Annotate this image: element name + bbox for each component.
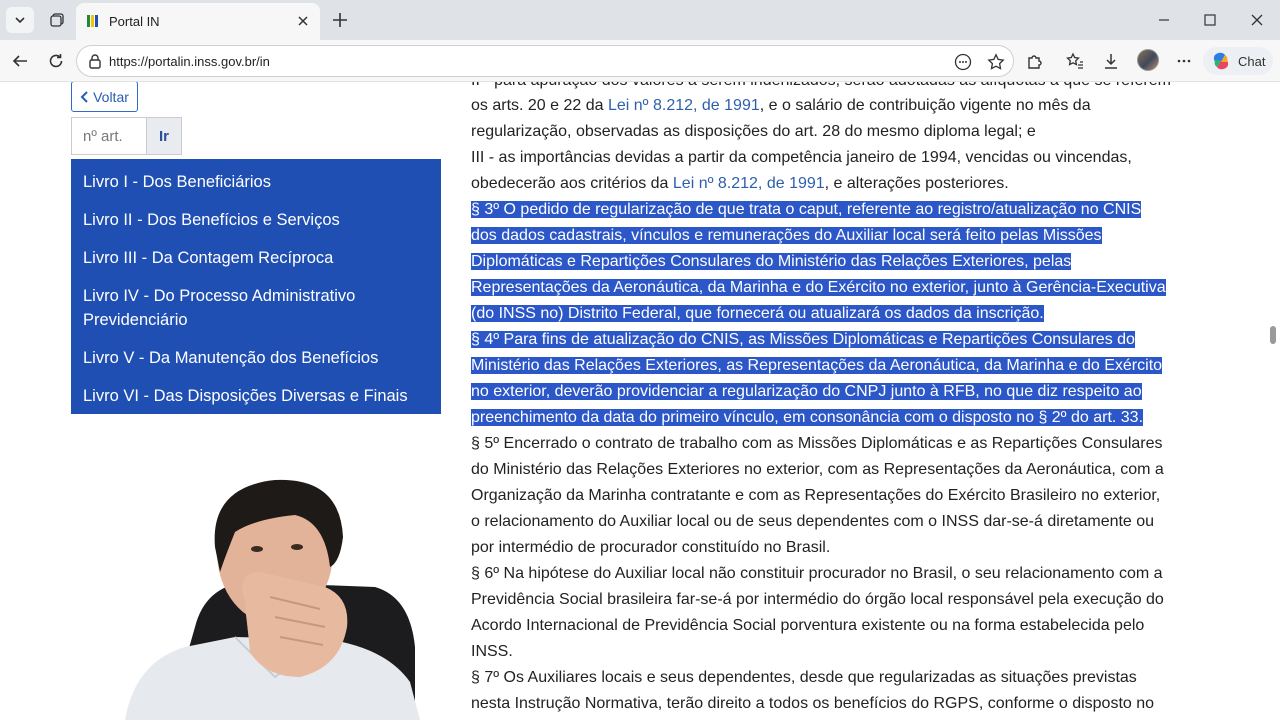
selected-text-line: no exterior, deverão providenciar a regu… <box>471 379 1142 405</box>
copilot-chat-button[interactable]: Chat <box>1203 47 1273 75</box>
selected-text-line: § 4º Para fins de atualização do CNIS, a… <box>471 327 1135 353</box>
text-line: obedecerão aos critérios da Lei nº 8.212… <box>471 171 1009 197</box>
chevron-left-icon <box>80 90 88 103</box>
maximize-icon <box>1204 14 1216 26</box>
text-span: , e o salário de contribuição vigente no… <box>759 97 1091 114</box>
webcam-overlay <box>125 479 420 720</box>
page-scrollbar[interactable] <box>1266 82 1280 720</box>
law-link[interactable]: Lei nº 8.212, de 1991 <box>608 97 760 114</box>
more-horizontal-icon <box>1177 59 1191 63</box>
book-item-1[interactable]: Livro I - Dos Beneficiários <box>71 164 441 202</box>
back-nav-button[interactable] <box>6 47 34 75</box>
chevron-down-icon <box>15 17 25 24</box>
site-info-button[interactable] <box>86 52 104 70</box>
favorites-list-icon <box>1066 52 1083 69</box>
text-line: o relacionamento do Auxiliar local ou de… <box>471 513 1155 530</box>
new-tab-button[interactable] <box>328 8 352 32</box>
tab-close-button[interactable] <box>294 12 312 30</box>
window-close-button[interactable] <box>1243 8 1271 32</box>
text-line: por intermédio de procurador constituído… <box>471 539 831 556</box>
selected-text-line: preenchimento da data do primeiro víncul… <box>471 405 1144 431</box>
article-number-input[interactable] <box>71 117 147 155</box>
book-item-3[interactable]: Livro III - Da Contagem Recíproca <box>71 240 441 278</box>
text-span: , e alterações posteriores. <box>824 175 1009 192</box>
maximize-button[interactable] <box>1196 8 1224 32</box>
text-line: INSS. <box>471 643 513 660</box>
text-line: § 7º Os Auxiliares locais e seus depende… <box>471 669 1137 686</box>
selected-text-line: § 3º O pedido de regularização de que tr… <box>471 197 1142 223</box>
text-line: Acordo Internacional de Previdência Soci… <box>471 617 1145 634</box>
puzzle-icon <box>1028 55 1042 69</box>
extensions-button[interactable] <box>1021 47 1049 75</box>
settings-more-button[interactable] <box>1170 47 1198 75</box>
plus-icon <box>333 13 347 27</box>
text-line: do Ministério das Relações Exteriores no… <box>471 461 1164 478</box>
text-line: § 5º Encerrado o contrato de trabalho co… <box>471 435 1163 452</box>
page-content: Voltar Ir Livro I - Dos Beneficiários Li… <box>0 82 1280 720</box>
selected-text-line: (do INSS no) Distrito Federal, que forne… <box>471 301 1044 327</box>
browser-toolbar: https://portalin.inss.gov.br/in <box>0 40 1280 82</box>
selected-text: preenchimento da data do primeiro víncul… <box>471 409 1144 426</box>
collections-button[interactable] <box>43 7 71 33</box>
text-line: nesta Instrução Normativa, terão direito… <box>471 695 1155 712</box>
copilot-icon <box>1213 52 1229 70</box>
selected-text: § 3º O pedido de regularização de que tr… <box>471 201 1142 218</box>
books-menu: Livro I - Dos Beneficiários Livro II - D… <box>71 159 441 414</box>
chat-label: Chat <box>1238 53 1266 69</box>
selected-text: no exterior, deverão providenciar a regu… <box>471 383 1142 400</box>
selected-text-line: dos dados cadastrais, vínculos e remuner… <box>471 223 1102 249</box>
voltar-button[interactable]: Voltar <box>71 82 138 112</box>
active-tab[interactable]: Portal IN <box>76 3 320 40</box>
text-line: § 6º Na hipótese do Auxiliar local não c… <box>471 565 1163 582</box>
go-button[interactable]: Ir <box>146 117 182 155</box>
refresh-icon <box>49 54 63 68</box>
selected-text-line: Diplomáticas e Repartições Consulares do… <box>471 249 1072 275</box>
selected-text: Representações da Aeronáutica, da Marinh… <box>471 279 1166 296</box>
downloads-button[interactable] <box>1097 47 1125 75</box>
selected-text: Ministério das Relações Exteriores, as R… <box>471 357 1163 374</box>
minimize-button[interactable] <box>1150 8 1178 32</box>
text-span: obedecerão aos critérios da <box>471 175 673 192</box>
tab-bar: Portal IN <box>0 0 1280 40</box>
scrollbar-thumb[interactable] <box>1270 326 1276 344</box>
lock-icon <box>89 54 101 69</box>
selected-text: dos dados cadastrais, vínculos e remuner… <box>471 227 1102 244</box>
portal-favicon-icon <box>87 15 98 27</box>
text-line: Previdência Social brasileira far-se-á p… <box>471 591 1164 608</box>
selected-text: Diplomáticas e Repartições Consulares do… <box>471 253 1072 270</box>
tab-title: Portal IN <box>109 14 160 29</box>
minimize-icon <box>1159 19 1169 21</box>
text-span: os arts. 20 e 22 da <box>471 97 608 114</box>
selected-text: § 4º Para fins de atualização do CNIS, a… <box>471 331 1135 348</box>
book-item-2[interactable]: Livro II - Dos Benefícios e Serviços <box>71 202 441 240</box>
close-icon <box>298 16 308 26</box>
favorite-button[interactable] <box>985 51 1007 73</box>
book-item-6[interactable]: Livro VI - Das Disposições Diversas e Fi… <box>71 378 441 416</box>
address-bar[interactable]: https://portalin.inss.gov.br/in <box>76 45 1014 77</box>
tab-actions-button[interactable] <box>6 7 34 33</box>
reader-more-icon <box>954 53 972 71</box>
close-icon <box>1251 14 1263 26</box>
selected-text-line: Representações da Aeronáutica, da Marinh… <box>471 275 1166 301</box>
law-link[interactable]: Lei nº 8.212, de 1991 <box>673 175 825 192</box>
selected-text-line: Ministério das Relações Exteriores, as R… <box>471 353 1163 379</box>
voltar-label: Voltar <box>93 88 129 105</box>
page-actions-button[interactable] <box>952 51 974 73</box>
favorites-button[interactable] <box>1061 47 1089 75</box>
download-icon <box>1105 54 1117 69</box>
text-line: os arts. 20 e 22 da Lei nº 8.212, de 199… <box>471 93 1091 119</box>
profile-avatar[interactable] <box>1137 49 1159 71</box>
book-item-5[interactable]: Livro V - Da Manutenção dos Benefícios <box>71 340 441 378</box>
text-line: Organização da Marinha contratante e com… <box>471 487 1161 504</box>
book-item-4[interactable]: Livro IV - Do Processo Administrativo Pr… <box>71 278 371 340</box>
text-line: III - as importâncias devidas a partir d… <box>471 149 1132 166</box>
arrow-left-icon <box>12 55 27 67</box>
selected-text: (do INSS no) Distrito Federal, que forne… <box>471 305 1044 322</box>
tab-collection-icon <box>50 13 64 27</box>
url-text: https://portalin.inss.gov.br/in <box>109 54 270 69</box>
text-line: regularização, observadas as disposições… <box>471 123 1036 140</box>
star-icon <box>987 53 1005 70</box>
reload-button[interactable] <box>42 47 70 75</box>
